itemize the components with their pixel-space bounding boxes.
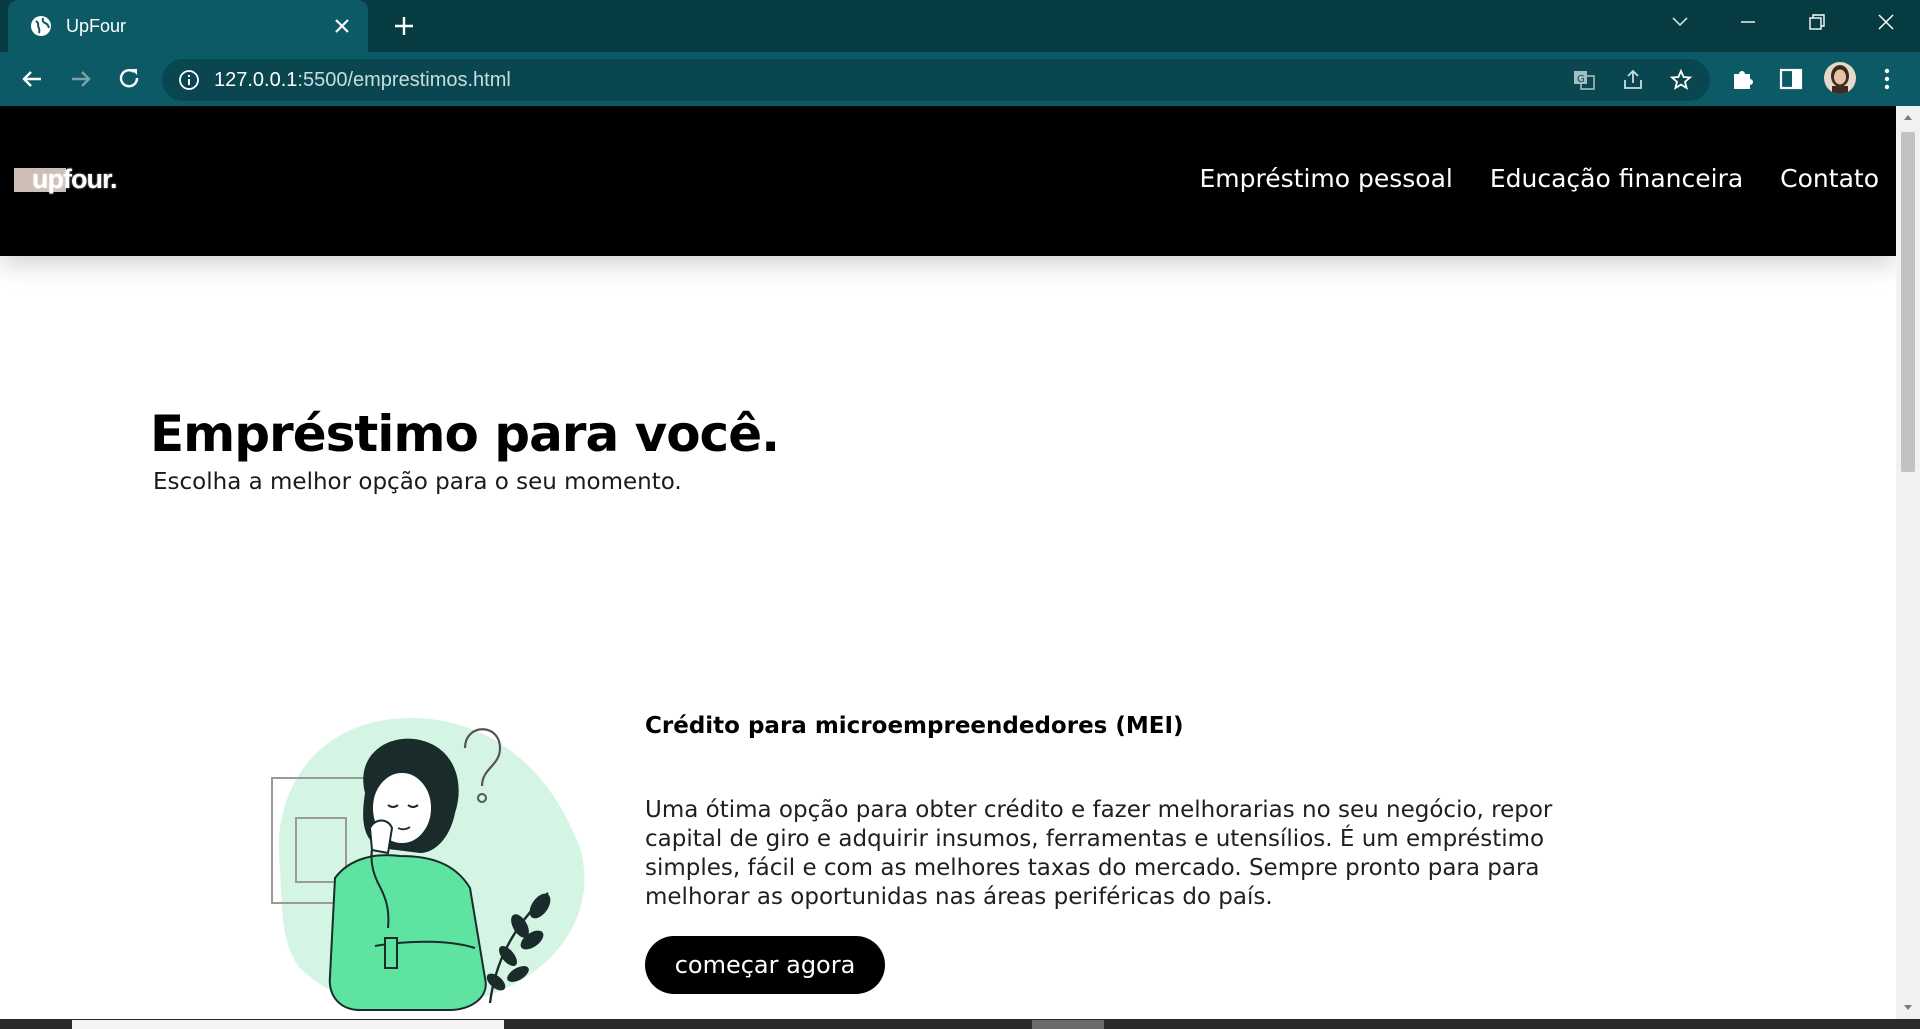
back-arrow-icon[interactable] xyxy=(17,64,47,94)
svg-text:G: G xyxy=(1577,74,1585,85)
translate-icon[interactable]: G xyxy=(1572,68,1596,92)
vertical-scrollbar[interactable] xyxy=(1896,106,1920,1019)
card-description: Uma ótima opção para obter crédito e faz… xyxy=(645,797,1553,910)
forward-arrow-icon[interactable] xyxy=(66,64,96,94)
tab-search-icon[interactable] xyxy=(1662,8,1698,36)
tab-title: UpFour xyxy=(66,16,127,36)
chrome-menu-icon[interactable] xyxy=(1872,64,1902,94)
horizontal-scroll-segment xyxy=(72,1020,504,1029)
hero-title: Empréstimo para você. xyxy=(150,405,780,463)
bookmark-star-icon[interactable] xyxy=(1669,68,1693,92)
share-icon[interactable] xyxy=(1621,68,1645,92)
scroll-down-arrow-icon[interactable] xyxy=(1902,1001,1914,1013)
new-tab-icon[interactable] xyxy=(390,12,418,40)
close-tab-icon[interactable] xyxy=(330,14,354,38)
address-bar[interactable]: 127.0.0.1:5500/emprestimos.html G xyxy=(162,59,1710,101)
site-logo[interactable]: upfour. xyxy=(14,162,124,202)
profile-avatar[interactable] xyxy=(1824,62,1856,94)
horizontal-scroll-thumb[interactable] xyxy=(1032,1020,1104,1029)
browser-toolbar: 127.0.0.1:5500/emprestimos.html G xyxy=(0,52,1920,106)
extensions-puzzle-icon[interactable] xyxy=(1728,64,1758,94)
thinking-woman-illustration xyxy=(271,718,585,1011)
site-info-icon[interactable] xyxy=(178,69,200,91)
nav-link-contato[interactable]: Contato xyxy=(1780,164,1879,194)
minimize-icon[interactable] xyxy=(1730,8,1766,36)
hero-subtitle: Escolha a melhor opção para o seu moment… xyxy=(153,469,682,495)
logo-text: upfour. xyxy=(32,164,117,194)
site-header: upfour. Empréstimo pessoal Educação fina… xyxy=(0,106,1896,256)
url-path: :5500/emprestimos.html xyxy=(297,69,511,91)
nav-link-emprestimo-pessoal[interactable]: Empréstimo pessoal xyxy=(1200,164,1453,194)
restore-icon[interactable] xyxy=(1798,8,1834,36)
card-title: Crédito para microempreendedores (MEI) xyxy=(645,713,1184,739)
main-nav: Empréstimo pessoal Educação financeira C… xyxy=(1200,164,1880,194)
close-window-icon[interactable] xyxy=(1868,8,1904,36)
globe-icon xyxy=(31,16,51,36)
browser-tab-active[interactable]: UpFour xyxy=(8,0,368,52)
browser-tabstrip: UpFour xyxy=(0,0,1920,52)
start-now-button[interactable]: começar agora xyxy=(645,936,885,994)
url-host: 127.0.0.1 xyxy=(214,69,298,91)
url-text: 127.0.0.1:5500/emprestimos.html xyxy=(214,69,511,91)
scroll-up-arrow-icon[interactable] xyxy=(1902,112,1914,124)
page-viewport: upfour. Empréstimo pessoal Educação fina… xyxy=(0,106,1896,1019)
avatar-portrait xyxy=(1831,65,1849,94)
vertical-scroll-thumb[interactable] xyxy=(1901,132,1915,472)
side-panel-icon[interactable] xyxy=(1776,64,1806,94)
nav-link-educacao-financeira[interactable]: Educação financeira xyxy=(1490,164,1743,194)
horizontal-scrollbar[interactable] xyxy=(0,1019,1920,1029)
reload-icon[interactable] xyxy=(114,64,144,94)
